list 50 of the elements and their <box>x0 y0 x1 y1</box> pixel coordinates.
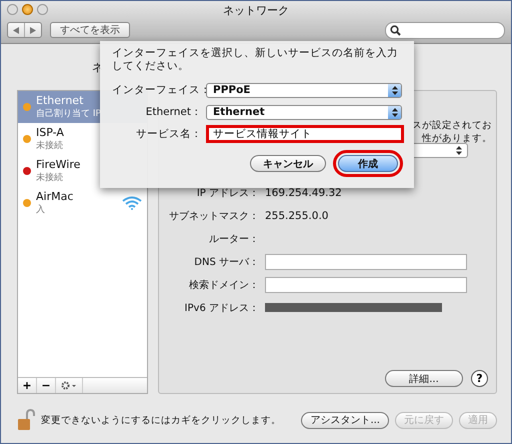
service-status: 入 <box>36 204 46 216</box>
gear-icon <box>61 381 77 390</box>
field-label: ルーター： <box>208 232 260 246</box>
service-name: ISP-A <box>36 126 64 139</box>
field-value: 255.255.0.0 <box>265 210 328 222</box>
lock-message: 変更できないようにするにはカギをクリックします。 <box>41 414 281 426</box>
add-button[interactable]: + <box>18 378 37 393</box>
popup-button[interactable] <box>414 142 468 158</box>
field-label: Ethernet： <box>144 105 203 119</box>
service-status: 未接続 <box>36 172 64 184</box>
service-name: Ethernet <box>36 94 84 107</box>
service-status: 未接続 <box>36 140 64 152</box>
minimize-button[interactable] <box>22 4 33 15</box>
help-button[interactable]: ? <box>471 370 488 387</box>
window-title: ネットワーク <box>223 2 289 18</box>
field-label: サブネットマスク： <box>168 210 260 222</box>
stepper-icon <box>456 146 462 154</box>
service-name: AirMac <box>36 190 74 203</box>
field-value: 169.254.49.32 <box>265 186 342 198</box>
status-text: 性があります。 <box>422 132 492 145</box>
wifi-icon <box>122 196 142 210</box>
ethernet-popup[interactable]: Ethernet <box>206 104 402 120</box>
show-all-button[interactable]: すべてを表示 <box>50 22 130 38</box>
interface-popup[interactable]: PPPoE <box>206 82 402 98</box>
close-button[interactable] <box>7 4 18 15</box>
status-text: スが設定されてお <box>412 119 492 132</box>
action-button[interactable]: アシスタント... <box>301 412 389 428</box>
stepper-icon <box>392 86 398 94</box>
search-icon <box>390 24 401 36</box>
service-name: FireWire <box>36 158 80 171</box>
field-label: 検索ドメイン： <box>188 278 260 292</box>
cancel-button[interactable]: キャンセル <box>250 155 326 172</box>
field-label: IP アドレス： <box>196 186 260 200</box>
advanced-button[interactable]: 詳細... <box>385 370 463 387</box>
zoom-button[interactable] <box>37 4 48 15</box>
input-field[interactable] <box>265 254 467 270</box>
remove-button[interactable]: − <box>37 378 56 393</box>
service-item[interactable]: AirMac 入 <box>18 187 147 219</box>
search-field[interactable] <box>385 22 505 38</box>
back-icon <box>12 26 20 34</box>
location-label: ネ <box>92 60 103 74</box>
instructions-text: インターフェイスを選択し、新しいサービスの名前を入力してください。 <box>112 47 399 74</box>
field-label: DNS サーバ： <box>193 256 260 268</box>
service-name-field[interactable]: サービス情報サイト <box>206 125 404 143</box>
field-label: IPv6 アドレス： <box>184 302 260 314</box>
stepper-icon <box>392 108 398 116</box>
forward-icon <box>29 26 37 34</box>
padlock-icon[interactable] <box>17 409 35 431</box>
field-label: サービス名： <box>135 127 203 141</box>
input-field[interactable] <box>265 276 467 292</box>
